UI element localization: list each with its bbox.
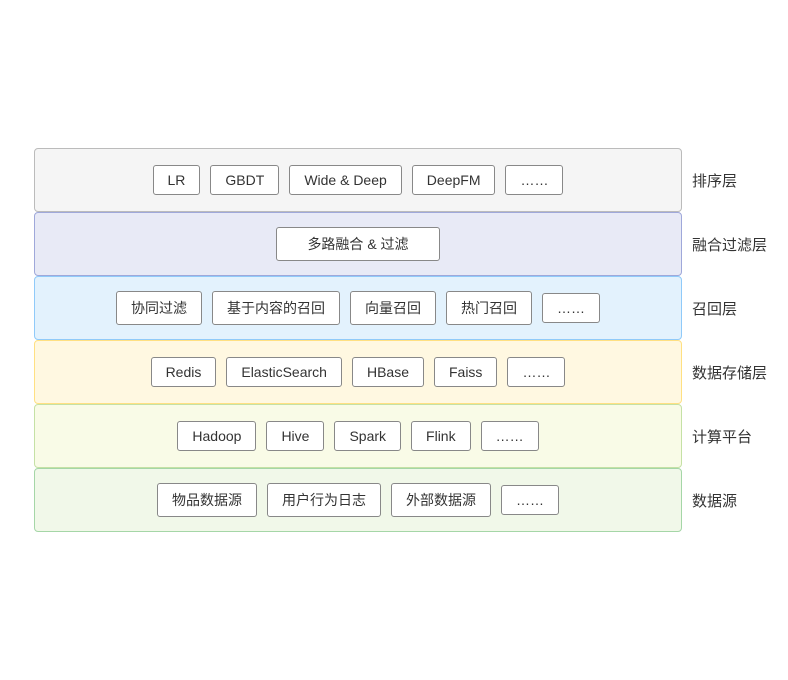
layer-label-ronghe: 融合过滤层 [682, 234, 754, 255]
layer-row-zhaohu: 协同过滤基于内容的召回向量召回热门召回 …… 召回层 [34, 276, 754, 340]
items-row-storage: Redis ElasticSearch HBase Faiss …… [151, 357, 566, 387]
layer-label-zhaohu: 召回层 [682, 298, 754, 319]
layer-row-source: 物品数据源用户行为日志外部数据源 …… 数据源 [34, 468, 754, 532]
item-compute-4: …… [481, 421, 539, 451]
items-row-paaixu: LR GBDT Wide & Deep DeepFM …… [153, 165, 564, 195]
layer-box-storage: Redis ElasticSearch HBase Faiss …… [34, 340, 682, 404]
layer-box-source: 物品数据源用户行为日志外部数据源 …… [34, 468, 682, 532]
item-compute-1: Hive [266, 421, 324, 451]
item-storage-2: HBase [352, 357, 424, 387]
items-row-source: 物品数据源用户行为日志外部数据源 …… [157, 483, 559, 517]
item-zhaohu-3: 热门召回 [446, 291, 532, 325]
item-storage-0: Redis [151, 357, 217, 387]
item-compute-2: Spark [334, 421, 401, 451]
items-row-compute: Hadoop Hive Spark Flink …… [177, 421, 538, 451]
layer-single-item-ronghe: 多路融合 & 过滤 [276, 227, 439, 261]
item-zhaohu-2: 向量召回 [350, 291, 436, 325]
layer-label-source: 数据源 [682, 490, 754, 511]
layer-box-paaixu: LR GBDT Wide & Deep DeepFM …… [34, 148, 682, 212]
item-source-1: 用户行为日志 [267, 483, 381, 517]
architecture-diagram: LR GBDT Wide & Deep DeepFM …… 排序层 多路融合 & 过滤 融合… [34, 148, 754, 532]
layer-row-ronghe: 多路融合 & 过滤 融合过滤层 [34, 212, 754, 276]
item-zhaohu-4: …… [542, 293, 600, 323]
layer-label-storage: 数据存储层 [682, 362, 754, 383]
layer-label-paaixu: 排序层 [682, 170, 754, 191]
layer-label-compute: 计算平台 [682, 426, 754, 447]
item-source-3: …… [501, 485, 559, 515]
item-zhaohu-1: 基于内容的召回 [212, 291, 340, 325]
item-storage-4: …… [507, 357, 565, 387]
items-row-zhaohu: 协同过滤基于内容的召回向量召回热门召回 …… [116, 291, 600, 325]
item-storage-3: Faiss [434, 357, 497, 387]
layer-box-zhaohu: 协同过滤基于内容的召回向量召回热门召回 …… [34, 276, 682, 340]
item-storage-1: ElasticSearch [226, 357, 342, 387]
item-paaixu-1: GBDT [210, 165, 279, 195]
item-paaixu-2: Wide & Deep [289, 165, 401, 195]
item-source-2: 外部数据源 [391, 483, 491, 517]
layer-box-compute: Hadoop Hive Spark Flink …… [34, 404, 682, 468]
item-zhaohu-0: 协同过滤 [116, 291, 202, 325]
layer-box-ronghe: 多路融合 & 过滤 [34, 212, 682, 276]
item-compute-0: Hadoop [177, 421, 256, 451]
item-source-0: 物品数据源 [157, 483, 257, 517]
item-compute-3: Flink [411, 421, 471, 451]
layer-row-storage: Redis ElasticSearch HBase Faiss …… 数据存储层 [34, 340, 754, 404]
item-paaixu-0: LR [153, 165, 201, 195]
layer-row-compute: Hadoop Hive Spark Flink …… 计算平台 [34, 404, 754, 468]
layer-row-paaixu: LR GBDT Wide & Deep DeepFM …… 排序层 [34, 148, 754, 212]
item-paaixu-3: DeepFM [412, 165, 496, 195]
item-paaixu-4: …… [505, 165, 563, 195]
